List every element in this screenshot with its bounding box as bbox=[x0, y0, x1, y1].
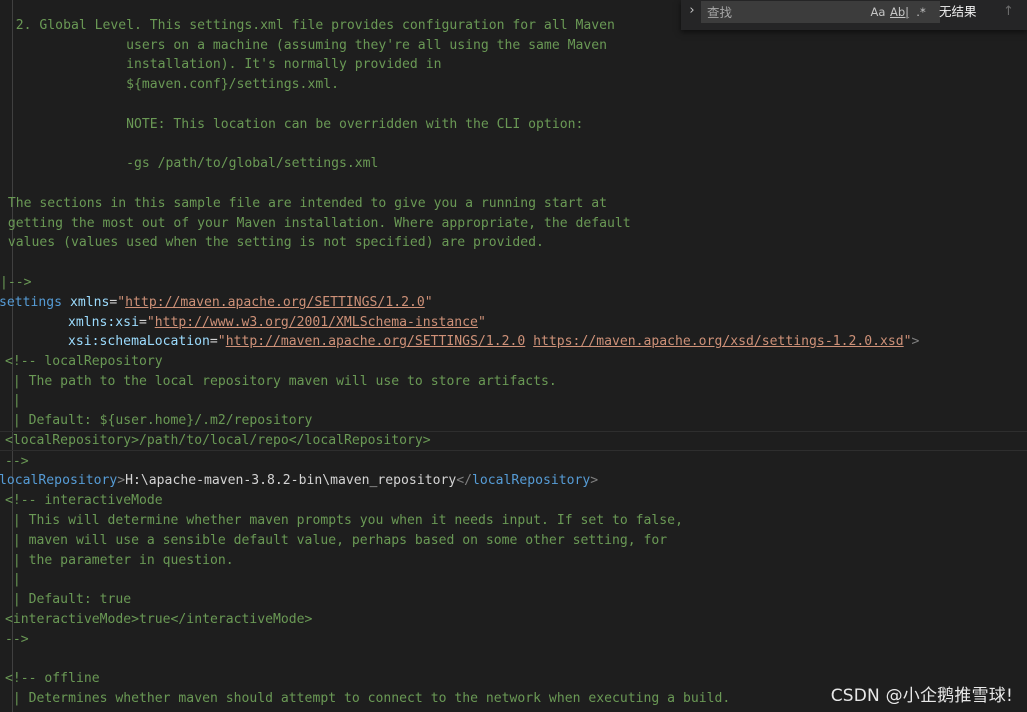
code-line: values (values used when the setting is … bbox=[0, 235, 544, 250]
code-line: | The path to the local repository maven… bbox=[5, 374, 557, 389]
repository-path: H:\apache-maven-3.8.2-bin\maven_reposito… bbox=[125, 473, 457, 488]
code-line: | Determines whether maven should attemp… bbox=[5, 691, 731, 706]
chevron-right-icon[interactable]: › bbox=[685, 2, 699, 20]
local-repository-line: localRepository>H:\apache-maven-3.8.2-bi… bbox=[0, 473, 599, 488]
code-line: NOTE: This location can be overridden wi… bbox=[0, 117, 584, 132]
attr-name: xsi:schemaLocation bbox=[68, 334, 210, 349]
code-line: 2. Global Level. This settings.xml file … bbox=[0, 18, 615, 33]
settings-attr-line: xsi:schemaLocation="http://maven.apache.… bbox=[68, 334, 920, 349]
settings-open-line: settings xmlns="http://maven.apache.org/… bbox=[0, 295, 433, 310]
tag-name: localRepository bbox=[0, 473, 118, 488]
code-line: installation). It's normally provided in bbox=[0, 57, 442, 72]
tag-name: settings bbox=[0, 295, 63, 310]
code-line: users on a machine (assuming they're all… bbox=[0, 38, 607, 53]
regex-icon[interactable]: .* bbox=[912, 3, 930, 21]
code-line: | Default: true bbox=[5, 592, 132, 607]
find-result-count: 无结果 bbox=[939, 4, 977, 19]
url-link[interactable]: https://maven.apache.org/xsd/settings-1.… bbox=[533, 334, 904, 349]
previous-match-icon[interactable]: ↑ bbox=[1003, 1, 1014, 23]
code-line: | bbox=[5, 572, 21, 587]
attr-name: xmlns:xsi bbox=[68, 315, 139, 330]
attr-name: xmlns bbox=[69, 295, 110, 310]
tag-name: localRepository bbox=[472, 473, 591, 488]
whole-word-icon[interactable]: Ab| bbox=[890, 3, 909, 21]
code-line: | This will determine whether maven prom… bbox=[5, 513, 683, 528]
code-line: getting the most out of your Maven insta… bbox=[0, 216, 631, 231]
code-line: <!-- interactiveMode bbox=[5, 493, 163, 508]
url-link[interactable]: http://maven.apache.org/SETTINGS/1.2.0 bbox=[226, 334, 526, 349]
settings-attr-line: xmlns:xsi="http://www.w3.org/2001/XMLSch… bbox=[68, 315, 486, 330]
url-link[interactable]: http://www.w3.org/2001/XMLSchema-instanc… bbox=[155, 315, 478, 330]
code-line: | bbox=[5, 393, 21, 408]
code-line: | Default: ${user.home}/.m2/repository bbox=[5, 413, 313, 428]
watermark: CSDN @小企鹅推雪球! bbox=[830, 686, 1013, 706]
code-line: -gs /path/to/global/settings.xml bbox=[0, 156, 379, 171]
code-line: |--> bbox=[0, 275, 32, 290]
code-line: <!-- offline bbox=[5, 671, 100, 686]
url-link[interactable]: http://maven.apache.org/SETTINGS/1.2.0 bbox=[125, 295, 425, 310]
code-editor[interactable]: 2. Global Level. This settings.xml file … bbox=[0, 0, 1027, 712]
code-line: <interactiveMode>true</interactiveMode> bbox=[5, 612, 313, 627]
code-line: <localRepository>/path/to/local/repo</lo… bbox=[5, 433, 431, 448]
code-line: --> bbox=[5, 632, 29, 647]
code-line: --> bbox=[5, 454, 29, 469]
code-line: <!-- localRepository bbox=[5, 354, 163, 369]
find-widget: › Aa Ab| .* 无结果 ↑ bbox=[681, 0, 1027, 30]
match-case-icon[interactable]: Aa bbox=[869, 3, 887, 21]
code-line: The sections in this sample file are int… bbox=[0, 196, 607, 211]
code-line: | the parameter in question. bbox=[5, 553, 234, 568]
code-line: | maven will use a sensible default valu… bbox=[5, 533, 668, 548]
code-line: ${maven.conf}/settings.xml. bbox=[0, 77, 339, 92]
